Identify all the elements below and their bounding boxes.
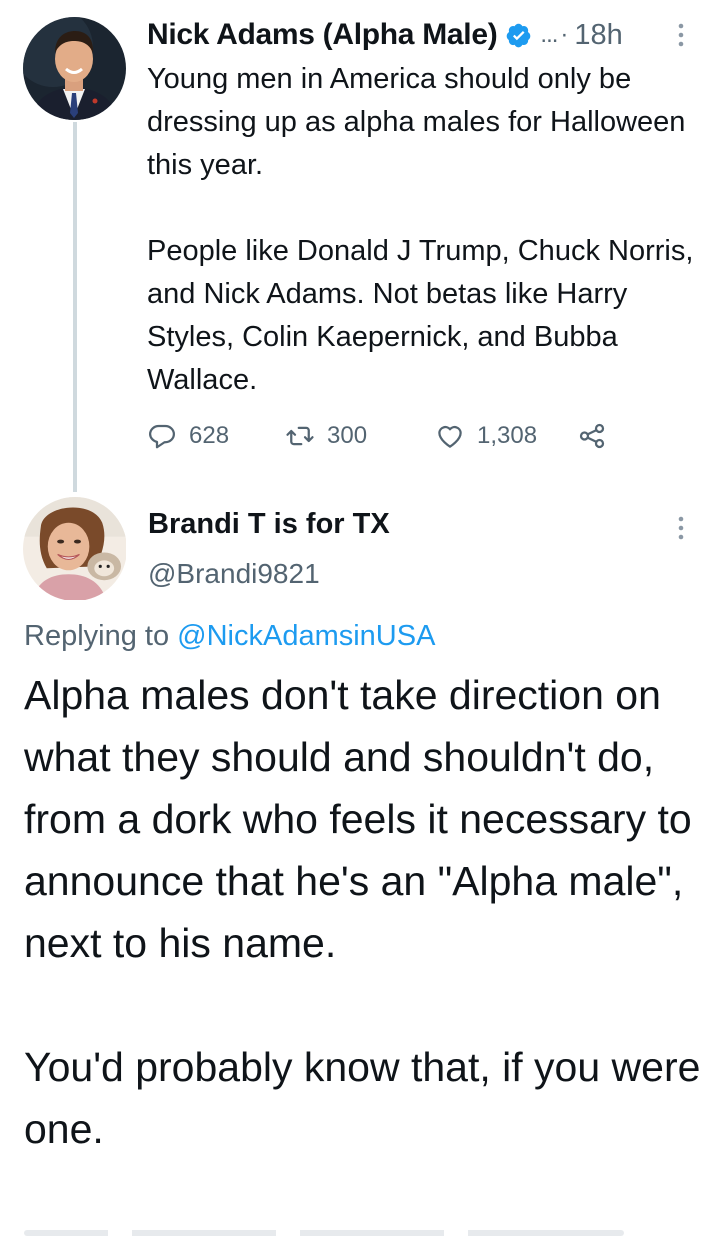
- author-handle-truncated: ...: [540, 21, 558, 48]
- person-avatar-icon: [23, 17, 126, 120]
- share-icon: [579, 423, 605, 449]
- author-avatar[interactable]: [23, 17, 126, 120]
- cut-off-text-line: [24, 1222, 624, 1236]
- woman-avatar-icon: [23, 497, 126, 600]
- like-button[interactable]: 1,308: [435, 418, 537, 454]
- author-name[interactable]: Nick Adams (Alpha Male): [147, 18, 498, 52]
- share-button[interactable]: [577, 418, 607, 454]
- retweet-icon: [286, 426, 314, 446]
- retweet-button[interactable]: 300: [285, 418, 367, 454]
- reply-text: Alpha males don't take direction on what…: [24, 672, 701, 1152]
- reply-button[interactable]: 628: [147, 418, 229, 454]
- replying-to-mention-link[interactable]: @NickAdamsinUSA: [177, 620, 435, 652]
- verified-badge-icon: [507, 23, 531, 47]
- original-tweet[interactable]: Nick Adams (Alpha Male) ... · 18h Young …: [0, 0, 720, 495]
- thread-connector-line: [73, 122, 77, 492]
- tweet-text: Young men in America should only be dres…: [147, 63, 694, 396]
- replying-to-line: Replying to @NickAdamsinUSA: [24, 620, 435, 653]
- tweet-actions: 628 300 1,308: [147, 418, 667, 454]
- replying-to-label: Replying to: [24, 620, 170, 652]
- tweet-thread: Nick Adams (Alpha Male) ... · 18h Young …: [0, 0, 720, 1236]
- reply-count: 628: [189, 422, 230, 449]
- reply-author-avatar[interactable]: [23, 497, 127, 601]
- separator-dot: ·: [560, 21, 569, 48]
- reply-author-handle[interactable]: @Brandi9821: [148, 558, 320, 590]
- reply-bubble-icon: [149, 424, 175, 449]
- like-count: 1,308: [477, 422, 538, 449]
- reply-more-options-icon[interactable]: [672, 513, 690, 543]
- reply-author-name[interactable]: Brandi T is for TX: [148, 508, 390, 541]
- heart-icon: [438, 425, 462, 448]
- tweet-timestamp[interactable]: 18h: [574, 19, 622, 52]
- more-options-icon[interactable]: [672, 20, 690, 50]
- tweet-header: Nick Adams (Alpha Male) ... · 18h: [147, 15, 707, 55]
- retweet-count: 300: [327, 422, 368, 449]
